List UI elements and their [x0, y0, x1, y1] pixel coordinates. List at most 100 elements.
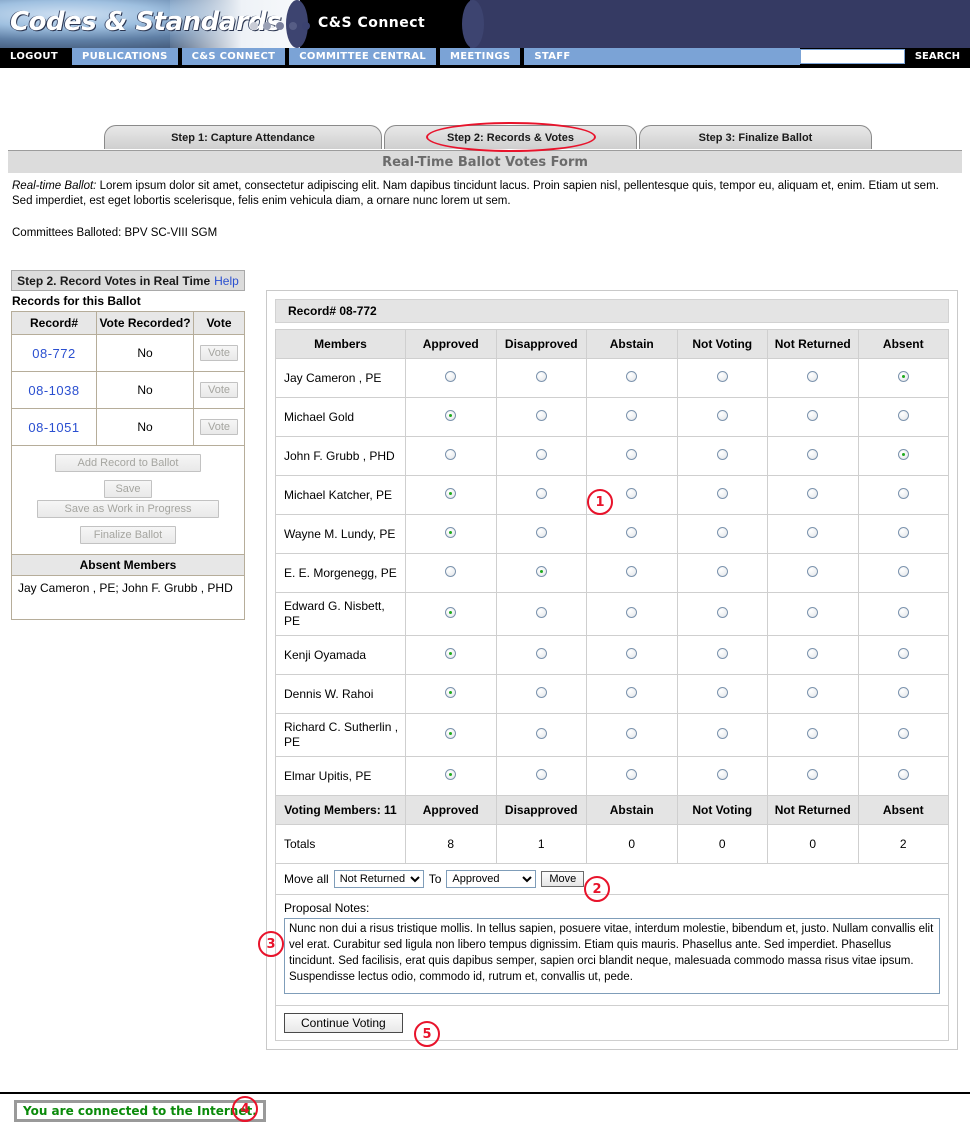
radio-not-returned[interactable]	[807, 527, 819, 538]
add-record-to-ballot-button[interactable]: Add Record to Ballot	[55, 454, 201, 472]
nav-item-committee-central[interactable]: COMMITTEE CENTRAL	[289, 48, 437, 65]
radio-abstain[interactable]	[626, 648, 638, 659]
proposal-notes-textarea[interactable]	[284, 918, 940, 994]
vote-cell-absent	[857, 358, 949, 398]
radio-not-voting[interactable]	[716, 728, 728, 739]
radio-disapproved[interactable]	[535, 449, 547, 460]
radio-disapproved[interactable]	[535, 648, 547, 659]
nav-item-staff[interactable]: STAFF	[524, 48, 581, 65]
nav-item-cs-connect[interactable]: C&S CONNECT	[181, 48, 286, 65]
radio-not-voting[interactable]	[716, 648, 728, 659]
record-link-08-1051[interactable]: 08-1051	[28, 420, 79, 435]
tab-step1-capture-attendance[interactable]: Step 1: Capture Attendance	[104, 125, 382, 149]
radio-approved[interactable]	[445, 687, 457, 698]
radio-approved[interactable]	[445, 527, 457, 538]
radio-not-voting[interactable]	[716, 566, 728, 577]
search-input[interactable]	[799, 49, 905, 64]
radio-disapproved[interactable]	[535, 527, 547, 538]
radio-not-voting[interactable]	[716, 769, 728, 780]
finalize-ballot-button[interactable]: Finalize Ballot	[80, 526, 176, 544]
radio-not-voting[interactable]	[716, 607, 728, 618]
radio-approved[interactable]	[445, 728, 457, 739]
radio-abstain[interactable]	[626, 527, 638, 538]
radio-abstain[interactable]	[626, 410, 638, 421]
radio-abstain[interactable]	[626, 607, 638, 618]
radio-disapproved[interactable]	[535, 687, 547, 698]
help-link[interactable]: Help	[214, 274, 239, 288]
radio-absent[interactable]	[897, 728, 909, 739]
radio-approved[interactable]	[445, 769, 457, 780]
radio-not-voting[interactable]	[716, 410, 728, 421]
radio-absent[interactable]	[897, 410, 909, 421]
radio-abstain[interactable]	[626, 769, 638, 780]
vote-cell-disapproved	[495, 756, 587, 796]
radio-disapproved[interactable]	[535, 566, 547, 577]
tab-step3-finalize-ballot[interactable]: Step 3: Finalize Ballot	[639, 125, 872, 149]
continue-voting-button[interactable]: Continue Voting	[284, 1013, 403, 1033]
radio-absent[interactable]	[897, 488, 909, 499]
radio-not-voting[interactable]	[716, 687, 728, 698]
radio-approved[interactable]	[445, 648, 457, 659]
radio-not-returned[interactable]	[807, 488, 819, 499]
radio-not-voting[interactable]	[716, 527, 728, 538]
vote-button-08-1051[interactable]: Vote	[199, 419, 239, 435]
search-button[interactable]: SEARCH	[904, 48, 970, 65]
radio-absent[interactable]	[897, 687, 909, 698]
vote-button-08-772[interactable]: Vote	[199, 345, 239, 361]
record-link-08-1038[interactable]: 08-1038	[28, 383, 79, 398]
save-as-work-in-progress-button[interactable]: Save as Work in Progress	[37, 500, 219, 518]
nav-item-publications[interactable]: PUBLICATIONS	[71, 48, 178, 65]
radio-abstain[interactable]	[626, 566, 638, 577]
radio-disapproved[interactable]	[535, 371, 547, 382]
radio-not-returned[interactable]	[807, 648, 819, 659]
radio-disapproved[interactable]	[535, 488, 547, 499]
radio-not-returned[interactable]	[807, 607, 819, 618]
nav-item-meetings[interactable]: MEETINGS	[440, 48, 521, 65]
radio-absent[interactable]	[897, 607, 909, 618]
radio-disapproved[interactable]	[535, 410, 547, 421]
radio-abstain[interactable]	[626, 687, 638, 698]
radio-approved[interactable]	[445, 566, 457, 577]
radio-absent[interactable]	[897, 566, 909, 577]
radio-disapproved[interactable]	[535, 607, 547, 618]
radio-abstain[interactable]	[626, 488, 638, 499]
radio-not-voting[interactable]	[716, 449, 728, 460]
move-to-label: To	[428, 872, 442, 886]
radio-disapproved[interactable]	[535, 728, 547, 739]
radio-approved[interactable]	[445, 488, 457, 499]
radio-approved[interactable]	[445, 607, 457, 618]
radio-disapproved[interactable]	[535, 769, 547, 780]
vote-cell: Vote	[193, 334, 245, 372]
radio-not-returned[interactable]	[807, 728, 819, 739]
radio-not-returned[interactable]	[807, 410, 819, 421]
proposal-notes-section: Proposal Notes:	[275, 895, 949, 1006]
radio-approved[interactable]	[445, 371, 457, 382]
radio-absent[interactable]	[897, 371, 909, 382]
radio-not-returned[interactable]	[807, 687, 819, 698]
record-link-08-772[interactable]: 08-772	[32, 346, 75, 361]
move-from-select[interactable]: Not ReturnedApprovedDisapprovedAbstainNo…	[333, 870, 424, 888]
move-button[interactable]: Move	[541, 871, 585, 887]
vote-cell-disapproved	[495, 436, 587, 476]
save-button[interactable]: Save	[104, 480, 152, 498]
move-to-select[interactable]: ApprovedDisapprovedAbstainNot VotingNot …	[446, 870, 537, 888]
radio-absent[interactable]	[897, 769, 909, 780]
radio-not-returned[interactable]	[807, 371, 819, 382]
radio-not-returned[interactable]	[807, 769, 819, 780]
tab-step2-records-votes[interactable]: Step 2: Records & Votes	[384, 125, 637, 149]
table-row: Edward G. Nisbett, PE	[275, 592, 949, 636]
radio-absent[interactable]	[897, 449, 909, 460]
radio-approved[interactable]	[445, 410, 457, 421]
radio-abstain[interactable]	[626, 728, 638, 739]
radio-not-voting[interactable]	[716, 488, 728, 499]
radio-absent[interactable]	[897, 648, 909, 659]
vote-button-08-1038[interactable]: Vote	[199, 382, 239, 398]
nav-item-logout[interactable]: LOGOUT	[0, 48, 68, 65]
radio-approved[interactable]	[445, 449, 457, 460]
radio-not-returned[interactable]	[807, 449, 819, 460]
radio-abstain[interactable]	[626, 371, 638, 382]
radio-abstain[interactable]	[626, 449, 638, 460]
radio-not-voting[interactable]	[716, 371, 728, 382]
radio-absent[interactable]	[897, 527, 909, 538]
radio-not-returned[interactable]	[807, 566, 819, 577]
